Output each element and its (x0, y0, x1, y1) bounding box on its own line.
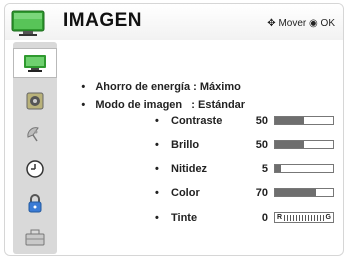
menu-header: IMAGEN ✥ Mover ◉ OK (5, 4, 343, 40)
menu-window: IMAGEN ✥ Mover ◉ OK • Ahorro de energía … (4, 3, 344, 256)
level-fill (275, 141, 304, 148)
navigation-hint: ✥ Mover ◉ OK (267, 18, 335, 29)
sidebar-item-option[interactable] (13, 222, 57, 252)
level-slider[interactable] (274, 164, 334, 173)
move-arrows-icon: ✥ (267, 18, 276, 29)
ok-button-icon: ◉ (309, 18, 318, 29)
tint-slider[interactable]: RG (274, 212, 334, 223)
setting-value: 70 (255, 187, 268, 199)
setting-name: Tinte (171, 212, 198, 224)
level-fill (275, 189, 316, 196)
hint-move-label: Mover (278, 18, 307, 29)
tint-left-letter: R (277, 214, 283, 221)
category-sidebar (13, 42, 57, 254)
setting-value: 50 (255, 139, 268, 151)
level-slider[interactable] (274, 140, 334, 149)
setting-name: Color (171, 187, 200, 199)
bullet-icon: • (155, 212, 159, 224)
setting-row-nitidez[interactable]: • Nitidez 5 (63, 163, 343, 177)
bullet-icon: • (81, 99, 86, 111)
toolbox-icon (25, 229, 45, 246)
tint-scale-ticks (284, 214, 324, 221)
audio-speaker-icon (26, 92, 44, 110)
sidebar-item-lock[interactable] (13, 188, 57, 218)
sidebar-item-picture[interactable] (13, 48, 57, 78)
sidebar-item-time[interactable] (13, 154, 57, 184)
setting-row-brillo[interactable]: • Brillo 50 (63, 139, 343, 153)
bullet-icon: • (155, 187, 159, 199)
level-slider[interactable] (274, 188, 334, 197)
lock-icon (28, 194, 42, 213)
clock-icon (26, 160, 44, 178)
setting-value: 50 (255, 115, 268, 127)
bullet-icon: • (155, 139, 159, 151)
setting-value: 5 (261, 163, 268, 175)
setting-row-tinte[interactable]: • Tinte 0 R G (63, 212, 343, 226)
level-fill (275, 117, 304, 124)
satellite-dish-icon (27, 127, 39, 142)
picture-tv-icon (11, 10, 45, 36)
picture-tv-icon (24, 55, 46, 72)
page-title: IMAGEN (63, 10, 142, 31)
picture-settings-panel: • Ahorro de energía : Máximo • Modo de ima… (63, 44, 343, 255)
tint-right-letter: G (325, 214, 331, 221)
setting-name: Contraste (171, 115, 223, 127)
setting-name: Brillo (171, 139, 200, 151)
hint-ok-label: OK (320, 18, 335, 29)
bullet-icon: • (155, 163, 159, 175)
level-fill (275, 165, 281, 172)
setting-row-color[interactable]: • Color 70 (63, 187, 343, 201)
bullet-icon: • (155, 115, 159, 127)
sidebar-item-audio[interactable] (13, 86, 57, 116)
sidebar-item-channels[interactable] (13, 120, 57, 150)
setting-name: Nitidez (171, 163, 208, 175)
level-slider[interactable] (274, 116, 334, 125)
picture-mode-label: Modo de imagen : Estándar (95, 99, 246, 111)
setting-value: 0 (261, 212, 268, 224)
setting-row-contraste[interactable]: • Contraste 50 (63, 115, 343, 129)
